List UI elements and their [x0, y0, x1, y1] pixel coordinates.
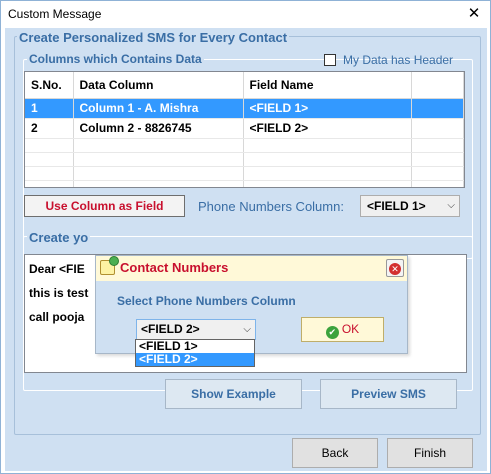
col-header-filler	[411, 72, 464, 99]
ok-label: OK	[341, 322, 360, 336]
cell-field: <FIELD 2>	[243, 118, 412, 139]
show-example-button[interactable]: Show Example	[165, 379, 302, 409]
cell-filler	[411, 118, 464, 139]
use-column-as-field-button[interactable]: Use Column as Field	[24, 195, 185, 217]
close-icon[interactable]: ✕	[459, 2, 489, 26]
phone-column-value: <FIELD 1>	[367, 199, 426, 213]
chevron-down-icon: ⌵	[447, 200, 455, 211]
table-row[interactable]: 1 Column 1 - A. Mishra <FIELD 1>	[25, 98, 464, 119]
window-title: Custom Message	[8, 7, 102, 21]
empty-row	[25, 180, 464, 187]
popup-selected-value: <FIELD 2>	[141, 322, 200, 336]
popup-label: Select Phone Numbers Column	[117, 294, 296, 308]
preview-sms-button[interactable]: Preview SMS	[320, 379, 457, 409]
phone-column-select[interactable]: <FIELD 1> ⌵	[360, 195, 460, 217]
popup-close-button[interactable]: ✕	[386, 259, 404, 277]
popup-dropdown-list: <FIELD 1> <FIELD 2>	[135, 339, 255, 367]
phone-column-label: Phone Numbers Column:	[198, 199, 344, 214]
cell-sno: 1	[25, 98, 74, 119]
columns-heading: Columns which Contains Data	[27, 52, 204, 66]
header-checkbox[interactable]	[324, 54, 336, 66]
finish-button[interactable]: Finish	[387, 438, 473, 468]
dialog-client: Create Personalized SMS for Every Contac…	[5, 28, 487, 471]
back-button[interactable]: Back	[292, 438, 378, 468]
cell-data: Column 2 - 8826745	[73, 118, 244, 139]
dropdown-option[interactable]: <FIELD 2>	[136, 353, 254, 366]
main-heading: Create Personalized SMS for Every Contac…	[17, 30, 290, 45]
custom-message-window: Custom Message ✕ Create Personalized SMS…	[0, 0, 491, 474]
ok-button[interactable]: ✔ OK	[301, 317, 384, 342]
col-header-sno[interactable]: S.No.	[25, 72, 74, 99]
cell-sno: 2	[25, 118, 74, 139]
columns-table[interactable]: S.No. Data Column Field Name 1 Column 1 …	[24, 71, 465, 188]
col-header-field[interactable]: Field Name	[243, 72, 412, 99]
popup-title-bar: Contact Numbers ✕	[96, 256, 407, 281]
table-row[interactable]: 2 Column 2 - 8826745 <FIELD 2>	[25, 118, 464, 139]
close-icon: ✕	[389, 262, 401, 275]
chevron-down-icon: ⌵	[243, 324, 251, 335]
cell-data: Column 1 - A. Mishra	[73, 98, 244, 119]
empty-row	[25, 152, 464, 167]
header-checkbox-label: My Data has Header	[343, 53, 454, 67]
table-header: S.No. Data Column Field Name	[25, 72, 464, 99]
popup-column-select[interactable]: <FIELD 2> ⌵	[136, 319, 256, 340]
cell-field: <FIELD 1>	[243, 98, 412, 119]
col-header-data[interactable]: Data Column	[73, 72, 244, 99]
popup-title: Contact Numbers	[120, 260, 229, 275]
empty-row	[25, 138, 464, 153]
cell-filler	[411, 98, 464, 119]
empty-row	[25, 166, 464, 181]
check-icon: ✔	[325, 326, 339, 339]
note-add-icon	[100, 256, 119, 275]
message-heading: Create yo	[27, 230, 91, 245]
title-bar: Custom Message ✕	[1, 1, 490, 28]
